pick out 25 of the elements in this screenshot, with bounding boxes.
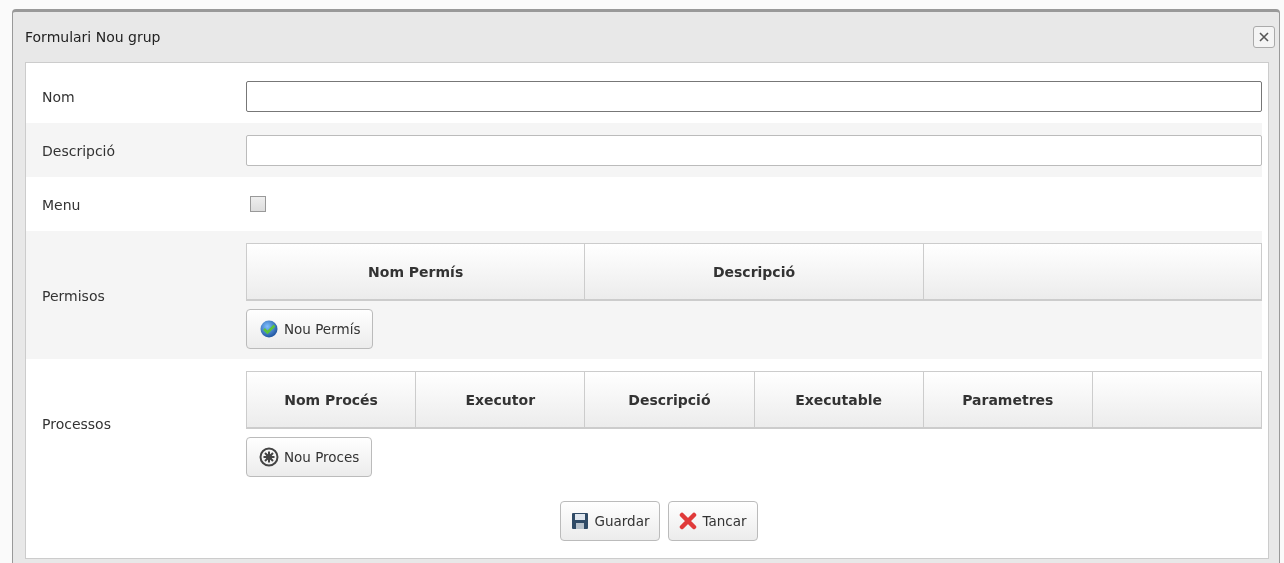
column-header: Executor	[415, 372, 585, 427]
column-header: Nom Procés	[283, 390, 379, 410]
checkbox[interactable]	[250, 196, 266, 212]
cross-icon	[679, 512, 698, 530]
close-button[interactable]	[1253, 26, 1275, 48]
column-header: Descripció	[584, 244, 923, 299]
close-form-button[interactable]: Tancar	[668, 501, 758, 541]
field-label: Permisos	[42, 287, 105, 304]
column-header: Parametres	[922, 372, 1092, 427]
field-label: Descripció	[42, 142, 116, 159]
field-label: Menu	[42, 196, 81, 213]
input-field[interactable]	[246, 134, 1262, 166]
check-globe-icon	[259, 319, 279, 339]
save-button[interactable]: Guardar	[560, 501, 661, 541]
close-icon	[1258, 31, 1270, 43]
gear-icon	[259, 447, 279, 467]
column-header: Executable	[753, 372, 923, 427]
window-title: Formulari Nou grup	[25, 29, 161, 45]
field-label: Processos	[42, 415, 111, 432]
add-button[interactable]: Nou Proces	[246, 437, 373, 477]
column-header: Descripció	[584, 372, 754, 427]
add-button[interactable]: Nou Permís	[246, 309, 374, 349]
input-field[interactable]	[246, 80, 1262, 112]
field-label: Nom	[42, 88, 75, 105]
column-header: Nom Permís	[367, 262, 465, 282]
